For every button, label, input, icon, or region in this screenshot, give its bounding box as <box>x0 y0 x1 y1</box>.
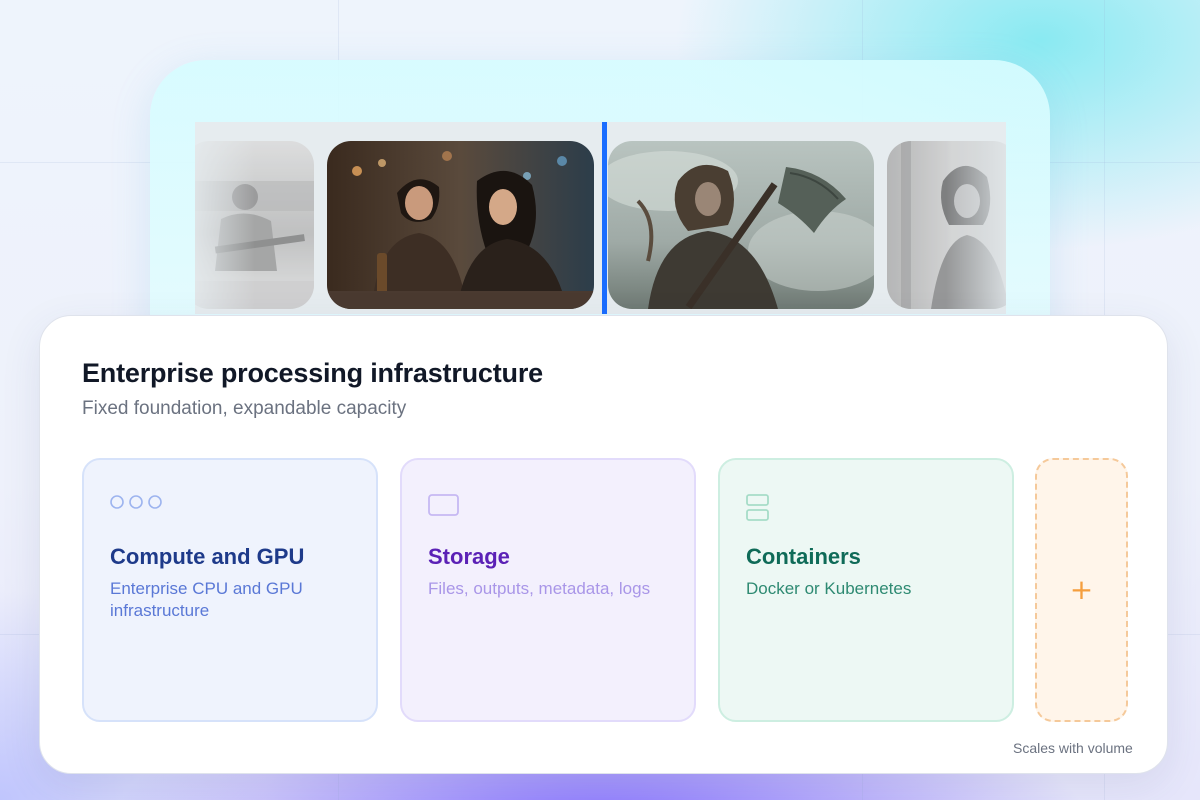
tile-description: Enterprise CPU and GPU infrastructure <box>110 579 303 620</box>
couple-at-bar-photo <box>327 141 594 309</box>
add-capacity-button[interactable]: + <box>1035 458 1128 722</box>
tile-description: Files, outputs, metadata, logs <box>428 579 651 598</box>
infrastructure-card: Enterprise processing infrastructure Fix… <box>39 315 1168 774</box>
three-dots-icon <box>110 494 164 515</box>
tile-title: Storage <box>428 544 510 569</box>
storage-box-icon <box>428 494 460 521</box>
tile-compute-gpu[interactable]: Compute and GPU Enterprise CPU and GPU i… <box>82 458 378 722</box>
stacked-containers-icon <box>746 494 770 527</box>
strip-fade-right <box>946 122 1006 314</box>
tile-containers[interactable]: Containers Docker or Kubernetes <box>718 458 1014 722</box>
image-strip <box>195 122 1006 314</box>
warrior-with-axe-photo <box>608 141 874 309</box>
tile-title: Compute and GPU <box>110 544 305 569</box>
card-subtitle: Fixed foundation, expandable capacity <box>82 398 407 419</box>
card-title: Enterprise processing infrastructure <box>82 358 543 388</box>
tile-storage[interactable]: Storage Files, outputs, metadata, logs <box>400 458 696 722</box>
tile-title: Containers <box>746 544 861 569</box>
stage: Enterprise processing infrastructure Fix… <box>0 0 1200 800</box>
plus-icon: + <box>1069 573 1094 606</box>
tile-description: Docker or Kubernetes <box>746 579 912 598</box>
scales-caption: Scales with volume <box>1013 740 1133 756</box>
comparison-divider-handle[interactable] <box>602 122 607 314</box>
strip-fade-left <box>195 122 255 314</box>
